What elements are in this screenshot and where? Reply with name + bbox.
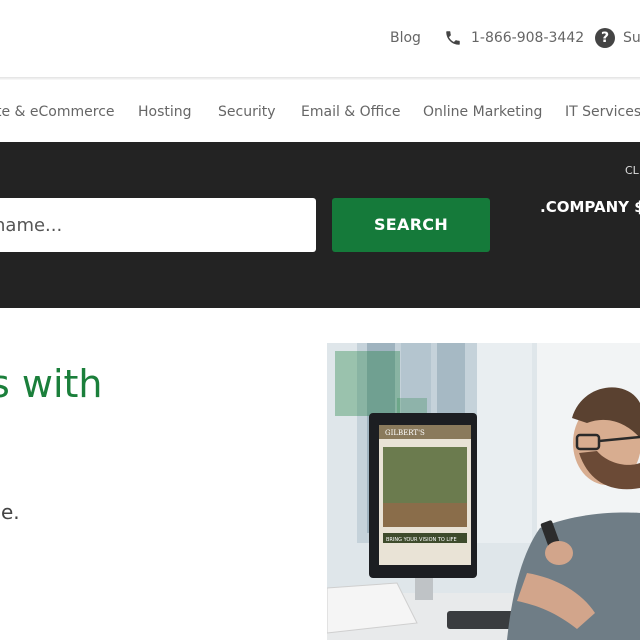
- hero-subtitle: ce.: [0, 500, 20, 524]
- hero-photo: GILBERT'S BRING YOUR VISION TO LIFE: [327, 343, 640, 640]
- utility-bar: Blog 1-866-908-3442 ? Su: [0, 0, 640, 80]
- help-icon[interactable]: ?: [595, 28, 615, 48]
- promo-label: CL: [625, 164, 639, 177]
- blog-link[interactable]: Blog: [390, 30, 421, 46]
- nav-item-hosting[interactable]: Hosting: [138, 104, 192, 120]
- screen-logo: GILBERT'S: [385, 429, 425, 437]
- promo-price[interactable]: .COMPANY $2: [540, 198, 640, 216]
- search-button[interactable]: SEARCH: [332, 198, 490, 252]
- phone-icon: [446, 31, 460, 45]
- phone-number[interactable]: 1-866-908-3442: [471, 30, 584, 46]
- nav-item-security[interactable]: Security: [218, 104, 276, 120]
- search-placeholder: name...: [0, 215, 63, 236]
- main-nav: te & eCommerce Hosting Security Email & …: [0, 80, 640, 142]
- hero-illustration: GILBERT'S BRING YOUR VISION TO LIFE: [327, 343, 640, 640]
- support-link[interactable]: Su: [623, 30, 640, 46]
- nav-item-online-marketing[interactable]: Online Marketing: [423, 104, 542, 120]
- nav-item-it-services[interactable]: IT Services: [565, 104, 640, 120]
- nav-item-website-ecommerce[interactable]: te & eCommerce: [0, 104, 115, 120]
- hero-title: s with: [0, 362, 103, 406]
- domain-search-band: name... SEARCH CL .COMPANY $2: [0, 142, 640, 308]
- screen-caption: BRING YOUR VISION TO LIFE: [386, 537, 457, 543]
- nav-item-email-office[interactable]: Email & Office: [301, 104, 401, 120]
- domain-search-input[interactable]: name...: [0, 198, 316, 252]
